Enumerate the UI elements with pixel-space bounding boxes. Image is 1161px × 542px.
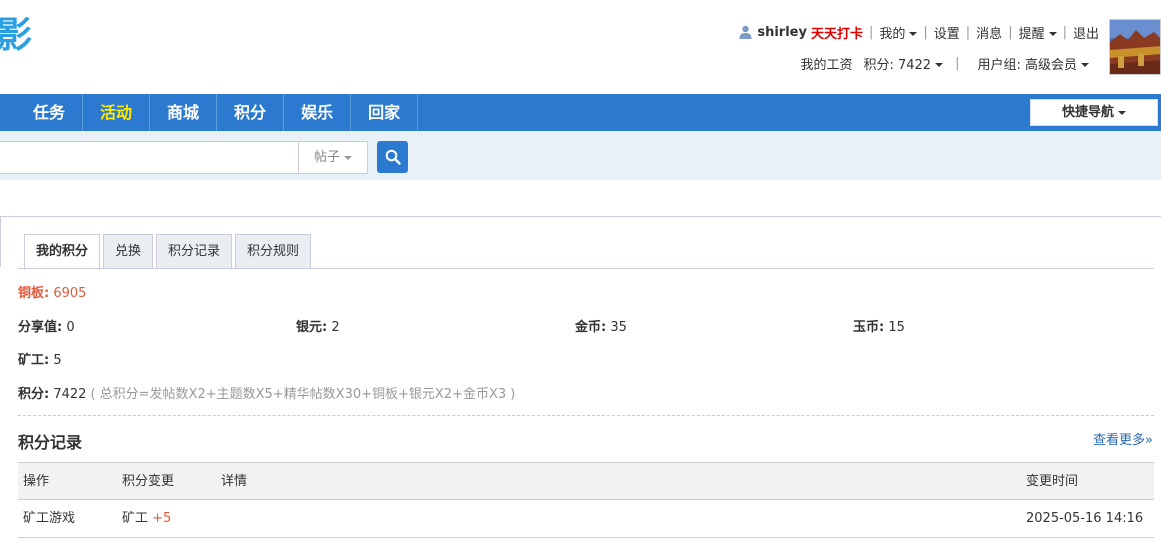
nav-item-home[interactable]: 回家 (350, 94, 419, 131)
column-header: 详情 (221, 474, 248, 489)
divider (18, 268, 1154, 269)
record-action[interactable]: 矿工游戏 (23, 500, 75, 537)
tab-credit-log[interactable]: 积分记录 (156, 234, 233, 269)
record-change: 矿工 +5 (122, 511, 172, 526)
nav-item-points[interactable]: 积分 (216, 94, 283, 131)
search-input[interactable] (0, 141, 298, 174)
nav-item-shop[interactable]: 商城 (149, 94, 216, 131)
my-menu[interactable]: 我的 (879, 23, 918, 42)
separator: | (955, 55, 960, 71)
chevron-down-icon (344, 155, 352, 160)
search-type-select[interactable]: 帖子 (298, 141, 368, 174)
tab-credit-rules[interactable]: 积分规则 (235, 234, 312, 269)
separator: | (868, 24, 874, 40)
settings-link[interactable]: 设置 (934, 23, 960, 42)
nav-item-tasks[interactable]: 任务 (0, 94, 82, 131)
share-credit: 分享值: 0 (18, 320, 75, 335)
table-header: 操作 积分变更 详情 变更时间 (18, 462, 1154, 500)
column-header: 积分变更 (122, 474, 175, 489)
copper-credit: 铜板: 6905 (18, 286, 87, 301)
points-menu[interactable]: 积分: 7422 (863, 54, 944, 73)
usergroup-menu[interactable]: 用户组: 高级会员 (977, 54, 1089, 73)
chevron-down-icon (935, 63, 944, 67)
gold-credit: 金币: 35 (575, 320, 627, 335)
miner-credit: 矿工: 5 (18, 353, 62, 368)
credit-formula: ( 总积分=发帖数X2+主题数X5+精华帖数X30+铜板+银元X2+金币X3 ) (90, 387, 516, 402)
avatar-image (1110, 20, 1160, 74)
main-navbar: 任务 活动 商城 积分 娱乐 回家 快捷导航 (0, 94, 1161, 131)
column-header: 变更时间 (1026, 474, 1079, 489)
quick-nav-button[interactable]: 快捷导航 (1030, 99, 1158, 126)
avatar[interactable] (1109, 19, 1161, 75)
reminders-menu[interactable]: 提醒 (1019, 23, 1057, 42)
silver-credit: 银元: 2 (296, 320, 340, 335)
credit-log-table: 操作 积分变更 详情 变更时间 矿工游戏 矿工 +5 2025-05-16 14… (18, 462, 1154, 538)
checkin-link[interactable]: 天天打卡 (811, 23, 863, 42)
user-icon (739, 25, 752, 39)
nav-item-activity[interactable]: 活动 (82, 94, 149, 131)
user-menu-bar: shirley 天天打卡 | 我的 | 设置 | 消息 | 提醒 | 退出 (739, 22, 1099, 42)
jade-credit: 玉币: 15 (853, 320, 905, 335)
divider (18, 415, 1154, 416)
column-header: 操作 (23, 474, 50, 489)
search-bar: 帖子 (0, 131, 1161, 180)
separator: | (1062, 24, 1067, 40)
chevron-down-icon (1081, 63, 1089, 67)
credit-tabs: 我的积分 兑换 积分记录 积分规则 (24, 234, 314, 270)
tab-exchange[interactable]: 兑换 (103, 234, 154, 269)
divider (0, 216, 1161, 217)
separator: | (965, 24, 971, 40)
chevron-down-icon (909, 32, 918, 36)
nav-item-entertainment[interactable]: 娱乐 (283, 94, 350, 131)
record-time: 2025-05-16 14:16 (1026, 511, 1144, 526)
logout-link[interactable]: 退出 (1073, 23, 1099, 42)
chevron-down-icon (1118, 110, 1126, 115)
total-credit: 积分: 7422( 总积分=发帖数X2+主题数X5+精华帖数X30+铜板+银元X… (18, 387, 516, 402)
divider (0, 217, 1, 267)
view-more-link[interactable]: 查看更多» (1093, 429, 1153, 448)
tab-my-credits[interactable]: 我的积分 (24, 234, 101, 270)
separator: | (923, 24, 928, 40)
search-button[interactable] (377, 141, 408, 173)
search-icon (385, 149, 401, 165)
site-logo[interactable]: 影 (0, 18, 32, 54)
messages-link[interactable]: 消息 (976, 23, 1002, 42)
salary-link[interactable]: 我的工资 (800, 54, 852, 73)
user-info-bar: 我的工资 积分: 7422 | 用户组: 高级会员 (800, 53, 1089, 73)
table-row: 矿工游戏 矿工 +5 2025-05-16 14:16 (18, 500, 1154, 538)
chevron-down-icon (1048, 32, 1057, 36)
section-title: 积分记录 (18, 433, 83, 452)
separator: | (1008, 24, 1013, 40)
username-link[interactable]: shirley (757, 25, 807, 40)
